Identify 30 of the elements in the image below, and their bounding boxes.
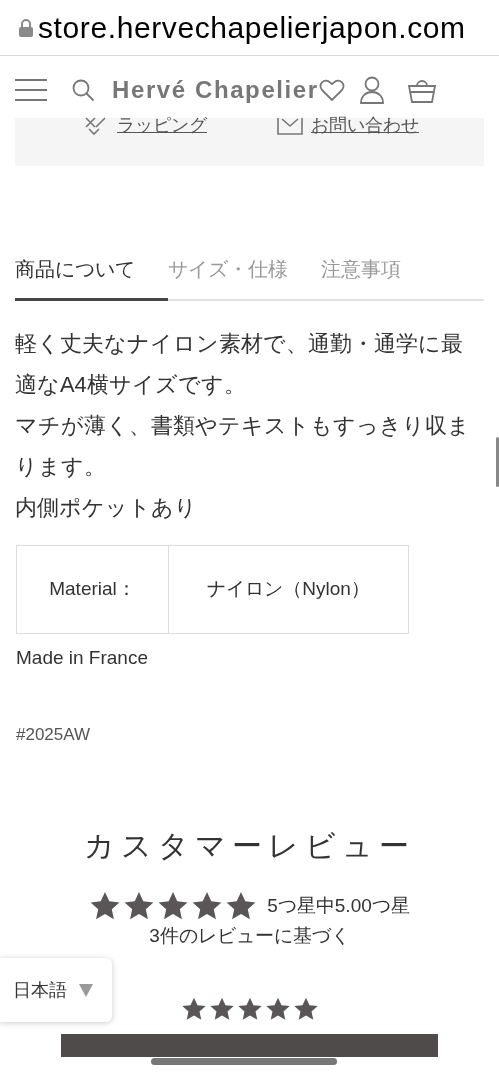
lock-icon bbox=[18, 17, 34, 38]
user-icon[interactable] bbox=[358, 76, 385, 104]
language-selector[interactable]: 日本語 bbox=[0, 958, 112, 1022]
star-icon bbox=[123, 890, 156, 922]
heart-icon[interactable] bbox=[318, 78, 345, 102]
table-cell: Material： bbox=[16, 545, 169, 634]
rating-summary: 5つ星中5.00つ星 bbox=[267, 893, 410, 918]
scrollbar bbox=[496, 437, 499, 487]
tab[interactable]: 商品について bbox=[15, 254, 168, 301]
description-text: 内側ポケットあり bbox=[15, 494, 198, 522]
reviews-heading: カスタマーレビュー bbox=[83, 828, 416, 864]
collection-tag: #2025AW bbox=[16, 721, 483, 747]
origin-text: Made in France bbox=[16, 646, 149, 670]
service-link[interactable]: ラッピング bbox=[83, 112, 207, 139]
star-icon bbox=[89, 890, 122, 922]
table-cell: ナイロン（Nylon） bbox=[168, 545, 409, 634]
caret-icon bbox=[79, 983, 93, 997]
service-link[interactable]: お問い合わせ bbox=[277, 112, 419, 139]
description-text: 軽く丈夫なナイロン素材で、通勤・通学に最適なA4横サイズです。 bbox=[15, 330, 464, 399]
envelope-icon bbox=[277, 116, 303, 135]
search-icon[interactable] bbox=[71, 78, 95, 102]
brand-logo[interactable]: Hervé Chapelier bbox=[112, 72, 319, 108]
star-icon bbox=[157, 890, 190, 922]
review-count: 3件のレビューに基づく bbox=[148, 924, 351, 948]
menu-icon[interactable] bbox=[15, 78, 47, 102]
star-icon bbox=[225, 890, 258, 922]
description-text: マチが薄く、書類やテキストもすっきり収まります。 bbox=[15, 412, 471, 481]
ribbon-icon bbox=[83, 114, 109, 137]
star-icon bbox=[191, 890, 224, 922]
url-text[interactable]: store.hervechapelierjapon.com bbox=[38, 5, 466, 50]
